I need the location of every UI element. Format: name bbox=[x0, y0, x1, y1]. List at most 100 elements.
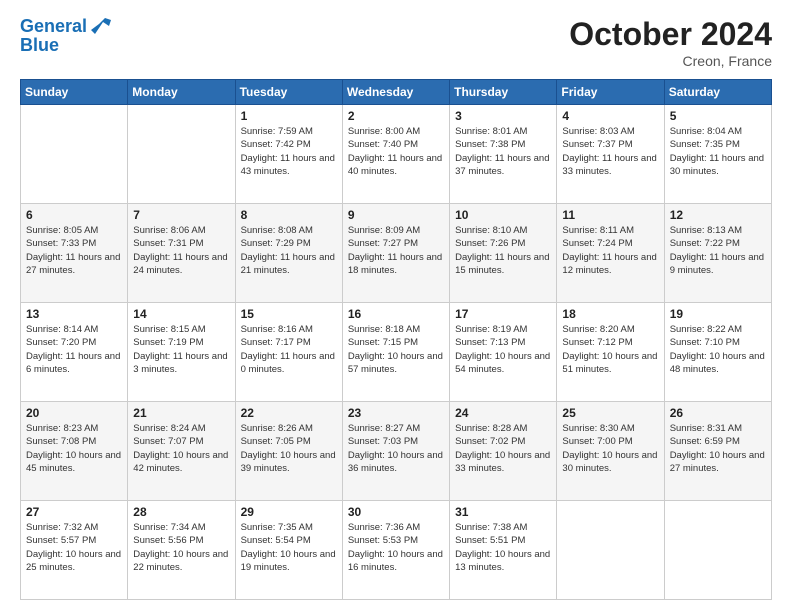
day-info: Sunrise: 8:22 AM Sunset: 7:10 PM Dayligh… bbox=[670, 323, 766, 376]
day-number: 23 bbox=[348, 406, 444, 420]
logo-bird-icon bbox=[89, 16, 111, 38]
calendar-cell: 17Sunrise: 8:19 AM Sunset: 7:13 PM Dayli… bbox=[450, 303, 557, 402]
day-info: Sunrise: 8:31 AM Sunset: 6:59 PM Dayligh… bbox=[670, 422, 766, 475]
calendar-table: SundayMondayTuesdayWednesdayThursdayFrid… bbox=[20, 79, 772, 600]
day-info: Sunrise: 8:03 AM Sunset: 7:37 PM Dayligh… bbox=[562, 125, 658, 178]
day-number: 29 bbox=[241, 505, 337, 519]
calendar-cell: 30Sunrise: 7:36 AM Sunset: 5:53 PM Dayli… bbox=[342, 501, 449, 600]
logo-text: General bbox=[20, 17, 87, 37]
calendar-cell: 5 Sunrise: 8:04 AM Sunset: 7:35 PM Daylig… bbox=[664, 105, 771, 204]
calendar-cell: 6 Sunrise: 8:05 AM Sunset: 7:33 PM Daylig… bbox=[21, 204, 128, 303]
calendar-week-2: 6 Sunrise: 8:05 AM Sunset: 7:33 PM Daylig… bbox=[21, 204, 772, 303]
day-info: Sunrise: 7:38 AM Sunset: 5:51 PM Dayligh… bbox=[455, 521, 551, 574]
calendar-week-1: 1Sunrise: 7:59 AM Sunset: 7:42 PM Daylig… bbox=[21, 105, 772, 204]
day-info: Sunrise: 8:15 AM Sunset: 7:19 PM Dayligh… bbox=[133, 323, 229, 376]
day-number: 8 bbox=[241, 208, 337, 222]
calendar-cell: 16Sunrise: 8:18 AM Sunset: 7:15 PM Dayli… bbox=[342, 303, 449, 402]
day-info: Sunrise: 8:04 AM Sunset: 7:35 PM Dayligh… bbox=[670, 125, 766, 178]
calendar-cell: 10Sunrise: 8:10 AM Sunset: 7:26 PM Dayli… bbox=[450, 204, 557, 303]
day-number: 24 bbox=[455, 406, 551, 420]
day-header-friday: Friday bbox=[557, 80, 664, 105]
page: General Blue October 2024 Creon, France … bbox=[0, 0, 792, 612]
day-number: 14 bbox=[133, 307, 229, 321]
day-header-thursday: Thursday bbox=[450, 80, 557, 105]
day-info: Sunrise: 8:28 AM Sunset: 7:02 PM Dayligh… bbox=[455, 422, 551, 475]
day-number: 4 bbox=[562, 109, 658, 123]
calendar-cell: 1Sunrise: 7:59 AM Sunset: 7:42 PM Daylig… bbox=[235, 105, 342, 204]
day-info: Sunrise: 8:23 AM Sunset: 7:08 PM Dayligh… bbox=[26, 422, 122, 475]
day-info: Sunrise: 7:59 AM Sunset: 7:42 PM Dayligh… bbox=[241, 125, 337, 178]
day-number: 12 bbox=[670, 208, 766, 222]
day-number: 22 bbox=[241, 406, 337, 420]
day-number: 3 bbox=[455, 109, 551, 123]
calendar-cell: 7 Sunrise: 8:06 AM Sunset: 7:31 PM Daylig… bbox=[128, 204, 235, 303]
calendar-cell bbox=[21, 105, 128, 204]
day-number: 13 bbox=[26, 307, 122, 321]
calendar-cell: 26 Sunrise: 8:31 AM Sunset: 6:59 PM Dayli… bbox=[664, 402, 771, 501]
calendar-cell: 18Sunrise: 8:20 AM Sunset: 7:12 PM Dayli… bbox=[557, 303, 664, 402]
day-info: Sunrise: 8:30 AM Sunset: 7:00 PM Dayligh… bbox=[562, 422, 658, 475]
day-number: 26 bbox=[670, 406, 766, 420]
calendar-cell: 4 Sunrise: 8:03 AM Sunset: 7:37 PM Daylig… bbox=[557, 105, 664, 204]
day-info: Sunrise: 8:18 AM Sunset: 7:15 PM Dayligh… bbox=[348, 323, 444, 376]
location: Creon, France bbox=[569, 53, 772, 69]
calendar-week-3: 13 Sunrise: 8:14 AM Sunset: 7:20 PM Dayli… bbox=[21, 303, 772, 402]
day-number: 18 bbox=[562, 307, 658, 321]
day-number: 6 bbox=[26, 208, 122, 222]
calendar-cell bbox=[664, 501, 771, 600]
day-number: 19 bbox=[670, 307, 766, 321]
day-number: 2 bbox=[348, 109, 444, 123]
calendar-cell: 21Sunrise: 8:24 AM Sunset: 7:07 PM Dayli… bbox=[128, 402, 235, 501]
day-header-saturday: Saturday bbox=[664, 80, 771, 105]
calendar-cell: 15Sunrise: 8:16 AM Sunset: 7:17 PM Dayli… bbox=[235, 303, 342, 402]
calendar-cell: 12 Sunrise: 8:13 AM Sunset: 7:22 PM Dayli… bbox=[664, 204, 771, 303]
calendar-cell: 29Sunrise: 7:35 AM Sunset: 5:54 PM Dayli… bbox=[235, 501, 342, 600]
calendar-cell: 31 Sunrise: 7:38 AM Sunset: 5:51 PM Dayli… bbox=[450, 501, 557, 600]
calendar-cell: 9 Sunrise: 8:09 AM Sunset: 7:27 PM Daylig… bbox=[342, 204, 449, 303]
day-info: Sunrise: 8:06 AM Sunset: 7:31 PM Dayligh… bbox=[133, 224, 229, 277]
day-info: Sunrise: 8:11 AM Sunset: 7:24 PM Dayligh… bbox=[562, 224, 658, 277]
day-number: 27 bbox=[26, 505, 122, 519]
day-info: Sunrise: 8:05 AM Sunset: 7:33 PM Dayligh… bbox=[26, 224, 122, 277]
day-info: Sunrise: 8:26 AM Sunset: 7:05 PM Dayligh… bbox=[241, 422, 337, 475]
header: General Blue October 2024 Creon, France bbox=[20, 16, 772, 69]
logo-blue-text: Blue bbox=[20, 36, 59, 56]
day-header-monday: Monday bbox=[128, 80, 235, 105]
day-info: Sunrise: 8:19 AM Sunset: 7:13 PM Dayligh… bbox=[455, 323, 551, 376]
calendar-cell: 8 Sunrise: 8:08 AM Sunset: 7:29 PM Daylig… bbox=[235, 204, 342, 303]
calendar-cell: 22 Sunrise: 8:26 AM Sunset: 7:05 PM Dayli… bbox=[235, 402, 342, 501]
day-info: Sunrise: 8:08 AM Sunset: 7:29 PM Dayligh… bbox=[241, 224, 337, 277]
calendar-cell: 25Sunrise: 8:30 AM Sunset: 7:00 PM Dayli… bbox=[557, 402, 664, 501]
day-number: 28 bbox=[133, 505, 229, 519]
day-info: Sunrise: 8:00 AM Sunset: 7:40 PM Dayligh… bbox=[348, 125, 444, 178]
calendar-cell: 2 Sunrise: 8:00 AM Sunset: 7:40 PM Daylig… bbox=[342, 105, 449, 204]
day-info: Sunrise: 8:24 AM Sunset: 7:07 PM Dayligh… bbox=[133, 422, 229, 475]
calendar-cell: 24 Sunrise: 8:28 AM Sunset: 7:02 PM Dayli… bbox=[450, 402, 557, 501]
calendar-cell: 19 Sunrise: 8:22 AM Sunset: 7:10 PM Dayli… bbox=[664, 303, 771, 402]
day-number: 11 bbox=[562, 208, 658, 222]
day-info: Sunrise: 8:13 AM Sunset: 7:22 PM Dayligh… bbox=[670, 224, 766, 277]
calendar-cell: 20Sunrise: 8:23 AM Sunset: 7:08 PM Dayli… bbox=[21, 402, 128, 501]
day-header-wednesday: Wednesday bbox=[342, 80, 449, 105]
day-number: 7 bbox=[133, 208, 229, 222]
calendar-cell: 23 Sunrise: 8:27 AM Sunset: 7:03 PM Dayli… bbox=[342, 402, 449, 501]
day-number: 5 bbox=[670, 109, 766, 123]
title-area: October 2024 Creon, France bbox=[569, 16, 772, 69]
day-info: Sunrise: 7:36 AM Sunset: 5:53 PM Dayligh… bbox=[348, 521, 444, 574]
day-number: 15 bbox=[241, 307, 337, 321]
day-number: 9 bbox=[348, 208, 444, 222]
day-info: Sunrise: 8:27 AM Sunset: 7:03 PM Dayligh… bbox=[348, 422, 444, 475]
day-info: Sunrise: 8:10 AM Sunset: 7:26 PM Dayligh… bbox=[455, 224, 551, 277]
day-header-sunday: Sunday bbox=[21, 80, 128, 105]
day-info: Sunrise: 8:14 AM Sunset: 7:20 PM Dayligh… bbox=[26, 323, 122, 376]
calendar-cell: 13 Sunrise: 8:14 AM Sunset: 7:20 PM Dayli… bbox=[21, 303, 128, 402]
month-title: October 2024 bbox=[569, 16, 772, 53]
calendar-cell: 3 Sunrise: 8:01 AM Sunset: 7:38 PM Daylig… bbox=[450, 105, 557, 204]
calendar-cell bbox=[128, 105, 235, 204]
day-info: Sunrise: 8:01 AM Sunset: 7:38 PM Dayligh… bbox=[455, 125, 551, 178]
day-info: Sunrise: 7:32 AM Sunset: 5:57 PM Dayligh… bbox=[26, 521, 122, 574]
day-header-tuesday: Tuesday bbox=[235, 80, 342, 105]
day-info: Sunrise: 8:09 AM Sunset: 7:27 PM Dayligh… bbox=[348, 224, 444, 277]
day-number: 31 bbox=[455, 505, 551, 519]
calendar-cell: 27 Sunrise: 7:32 AM Sunset: 5:57 PM Dayli… bbox=[21, 501, 128, 600]
